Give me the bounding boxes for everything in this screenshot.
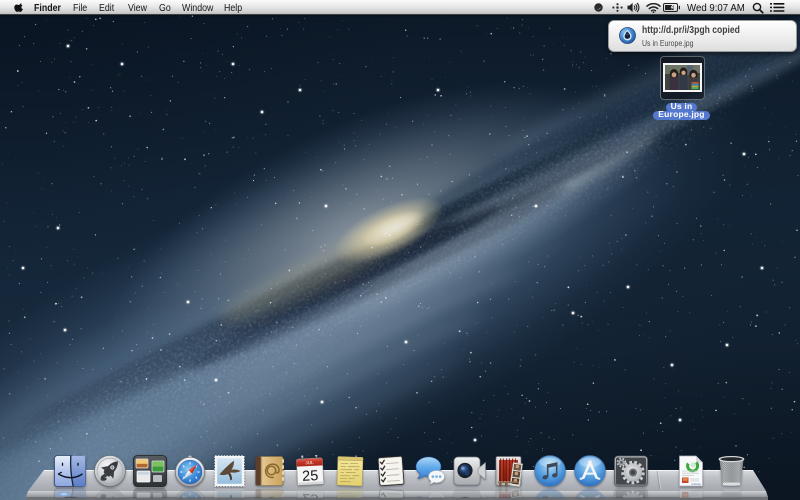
svg-text:JUL: JUL — [305, 460, 314, 465]
svg-text:mixbook: mixbook — [691, 482, 701, 486]
